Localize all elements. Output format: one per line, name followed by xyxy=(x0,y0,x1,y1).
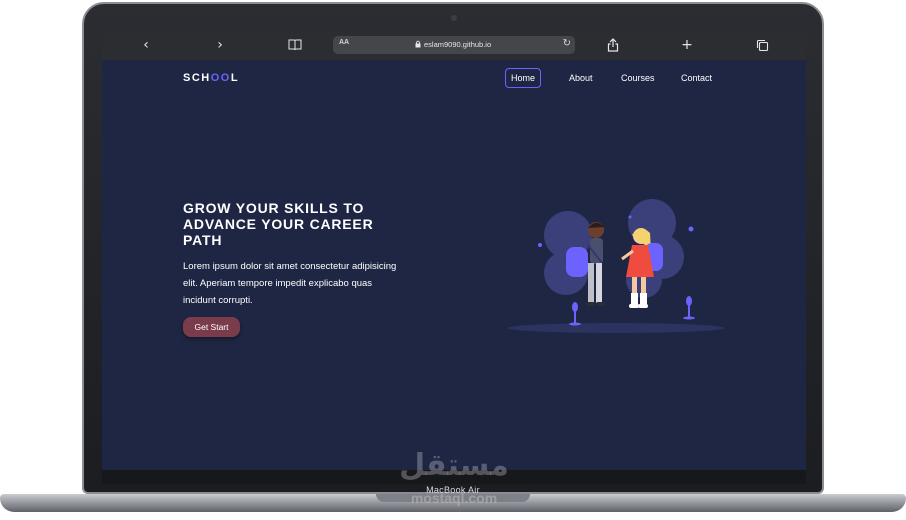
students-illustration xyxy=(508,199,724,333)
site-logo[interactable]: SCHOOL xyxy=(183,72,239,84)
mostaql-watermark-url: mostaql.com xyxy=(410,490,498,506)
logo-text-end: L xyxy=(230,72,240,84)
new-tab-icon[interactable]: + xyxy=(678,36,696,54)
nav-home[interactable]: Home xyxy=(505,68,542,88)
camera-icon xyxy=(451,15,457,21)
browser-toolbar: ‹ › AA eslam9090.github.io ↻ + xyxy=(102,30,806,60)
address-bar[interactable]: AA eslam9090.github.io ↻ xyxy=(333,36,575,54)
hero-description: Lorem ipsum dolor sit amet consectetur a… xyxy=(183,261,397,306)
share-icon[interactable] xyxy=(604,36,622,54)
mostaql-watermark: مستقل xyxy=(399,448,509,483)
laptop-screen: ‹ › AA eslam9090.github.io ↻ + SCHOOL Ho… xyxy=(102,30,806,470)
bookmarks-icon[interactable] xyxy=(286,36,304,54)
nav-courses[interactable]: Courses xyxy=(615,68,661,88)
text-size-button[interactable]: AA xyxy=(339,39,349,46)
forward-icon[interactable]: › xyxy=(211,36,229,54)
nav-contact[interactable]: Contact xyxy=(675,68,718,88)
tabs-overview-icon[interactable] xyxy=(753,36,771,54)
logo-text-start: SCH xyxy=(183,72,211,84)
get-start-button[interactable]: Get Start xyxy=(183,317,240,337)
lock-icon xyxy=(415,40,421,48)
back-icon[interactable]: ‹ xyxy=(137,36,155,54)
reload-icon[interactable]: ↻ xyxy=(563,38,571,49)
nav-about[interactable]: About xyxy=(563,68,599,88)
hero-title: GROW YOUR SKILLS TO ADVANCE YOUR CAREER … xyxy=(183,200,374,248)
logo-text-accent: OO xyxy=(210,72,231,84)
url-text: eslam9090.github.io xyxy=(424,40,492,49)
